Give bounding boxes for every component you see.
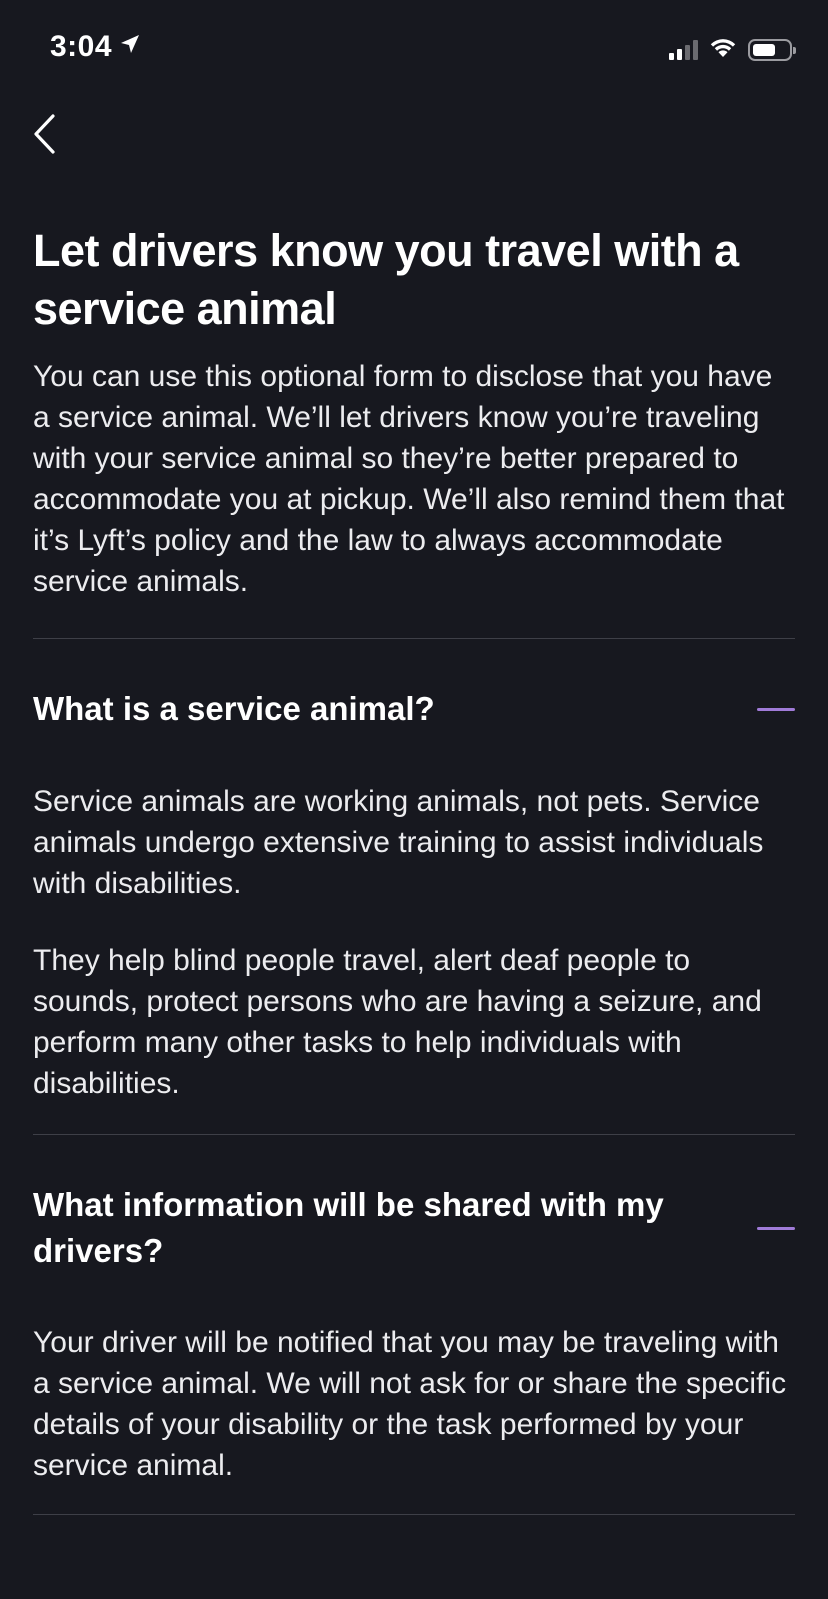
- divider: [33, 1134, 795, 1135]
- main-content: Let drivers know you travel with a servi…: [33, 222, 795, 1515]
- status-indicators: [669, 36, 796, 63]
- minus-icon[interactable]: [757, 707, 795, 711]
- divider: [33, 1514, 795, 1515]
- faq-item-service-animal: What is a service animal? Service animal…: [33, 686, 795, 1104]
- battery-icon: [748, 38, 796, 61]
- minus-icon[interactable]: [757, 1226, 795, 1230]
- faq-item-shared-info: What information will be shared with my …: [33, 1182, 795, 1486]
- back-button[interactable]: [24, 108, 64, 164]
- faq-answer: Service animals are working animals, not…: [33, 781, 795, 1104]
- faq-answer: Your driver will be notified that you ma…: [33, 1322, 795, 1486]
- faq-toggle-shared-info[interactable]: What information will be shared with my …: [33, 1182, 795, 1274]
- cellular-signal-icon: [669, 39, 698, 60]
- faq-question: What is a service animal?: [33, 690, 435, 727]
- chevron-left-icon: [31, 113, 57, 160]
- location-arrow-icon: [118, 30, 142, 64]
- divider: [33, 638, 795, 639]
- faq-answer-paragraph: They help blind people travel, alert dea…: [33, 944, 762, 1100]
- battery-fill: [753, 43, 775, 56]
- faq-answer-paragraph: Service animals are working animals, not…: [33, 785, 764, 900]
- page-title: Let drivers know you travel with a servi…: [33, 225, 739, 334]
- wifi-icon: [708, 36, 738, 63]
- faq-question: What information will be shared with my …: [33, 1186, 664, 1269]
- status-time: 3:04: [50, 30, 142, 64]
- status-time-text: 3:04: [50, 30, 113, 63]
- faq-answer-paragraph: Your driver will be notified that you ma…: [33, 1326, 787, 1482]
- faq-toggle-service-animal[interactable]: What is a service animal?: [33, 686, 795, 732]
- intro-text: You can use this optional form to disclo…: [33, 360, 785, 598]
- status-bar: 3:04: [0, 0, 828, 100]
